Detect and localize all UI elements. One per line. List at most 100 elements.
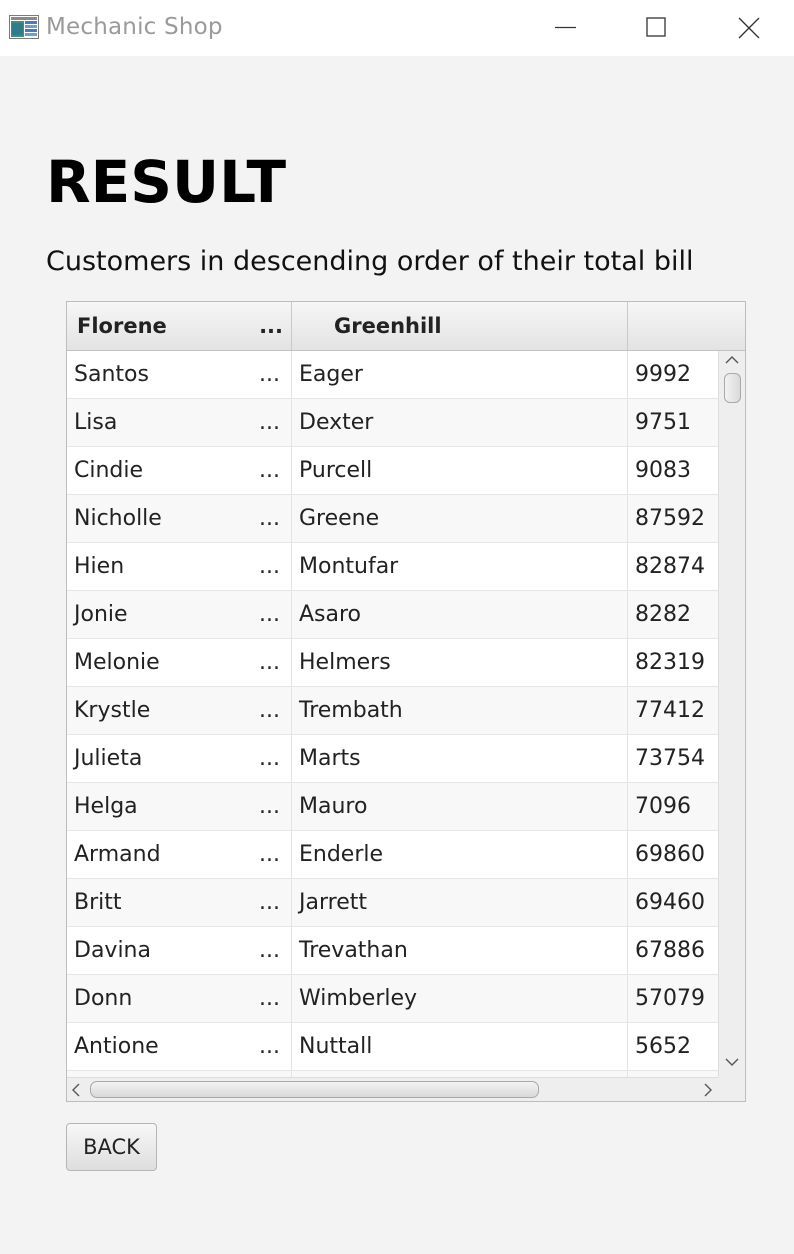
cell-last-name: Asaro <box>292 591 628 638</box>
cell-ellipsis: ... <box>259 698 280 723</box>
cell-first-name: Helga... <box>67 783 292 830</box>
column-header-total[interactable] <box>628 302 745 350</box>
cell-text: Donn <box>74 986 133 1011</box>
cell-total-bill: 87592 <box>635 506 705 531</box>
cell-last-name: Mauro <box>292 783 628 830</box>
cell-last-name: Helmers <box>292 639 628 686</box>
table-row[interactable]: Helga... Mauro 7096 <box>67 783 718 831</box>
column-header-ellipsis: ... <box>259 314 283 338</box>
cell-ellipsis: ... <box>259 986 280 1011</box>
cell-ellipsis: ... <box>259 554 280 579</box>
cell-last-name: Purcell <box>292 447 628 494</box>
cell-text: Britt <box>74 890 122 915</box>
cell-ellipsis: ... <box>259 650 280 675</box>
table-row[interactable]: Antione... Nuttall 5652 <box>67 1023 718 1071</box>
cell-text: Hien <box>74 554 125 579</box>
cell-last-name: Trevathan <box>292 927 628 974</box>
cell-last-name: Marts <box>292 735 628 782</box>
table-row[interactable]: Jonie... Asaro 8282 <box>67 591 718 639</box>
table-row[interactable]: Britt... Jarrett 69460 <box>67 879 718 927</box>
cell-first-name: Cindie... <box>67 447 292 494</box>
cell-ellipsis: ... <box>259 410 280 435</box>
cell-last-name: Trembath <box>292 687 628 734</box>
table-header: Florene ... Greenhill <box>67 302 745 351</box>
table-row[interactable]: Lisa... Dexter 9751 <box>67 399 718 447</box>
cell-last-name: Montufar <box>292 543 628 590</box>
cell-text: Armand <box>74 842 161 867</box>
table-row[interactable]: Melonie... Helmers 82319 <box>67 639 718 687</box>
cell-ellipsis: ... <box>259 938 280 963</box>
maximize-button[interactable] <box>610 0 702 56</box>
table-row[interactable]: Hien... Montufar 82874 <box>67 543 718 591</box>
cell-total-bill: 77412 <box>635 698 705 723</box>
cell-ellipsis: ... <box>259 890 280 915</box>
scroll-down-icon[interactable] <box>725 1057 739 1067</box>
scroll-up-icon[interactable] <box>725 355 739 365</box>
horizontal-scroll-thumb[interactable] <box>90 1081 539 1098</box>
column-header-last-name[interactable]: Greenhill <box>292 302 628 350</box>
table-body: Santos... Eager 9992 Lisa... Dexter 9751 Cindi… <box>67 351 718 1071</box>
table-row[interactable]: Santos... Eager 9992 <box>67 351 718 399</box>
table-row[interactable]: Julieta... Marts 73754 <box>67 735 718 783</box>
cell-first-name: Davina... <box>67 927 292 974</box>
close-icon <box>738 17 760 39</box>
cell-total-bill: 5652 <box>635 1034 691 1059</box>
table-row[interactable]: Nicholle... Greene 87592 <box>67 495 718 543</box>
cell-first-name: Julieta... <box>67 735 292 782</box>
app-icon <box>9 15 39 39</box>
table-row[interactable]: Donn... Wimberley 57079 <box>67 975 718 1023</box>
cell-ellipsis: ... <box>259 794 280 819</box>
cell-last-name: Wimberley <box>292 975 628 1022</box>
cell-total-bill: 82319 <box>635 650 705 675</box>
cell-first-name: Jonie... <box>67 591 292 638</box>
minimize-button[interactable] <box>519 0 611 56</box>
close-button[interactable] <box>702 0 794 56</box>
results-table[interactable]: Florene ... Greenhill Santos... Eager 9992… <box>66 301 746 1102</box>
page-subtitle: Customers in descending order of their t… <box>46 246 694 277</box>
cell-first-name: Melonie... <box>67 639 292 686</box>
table-row[interactable]: Armand... Enderle 69860 <box>67 831 718 879</box>
table-row[interactable]: Davina... Trevathan 67886 <box>67 927 718 975</box>
column-header-label: Florene <box>77 314 167 338</box>
cell-text: Nicholle <box>74 506 162 531</box>
cell-total-bill: 57079 <box>635 986 705 1011</box>
cell-text: Cindie <box>74 458 144 483</box>
window-title: Mechanic Shop <box>46 14 223 40</box>
cell-total-bill: 69860 <box>635 842 705 867</box>
cell-last-name: Greene <box>292 495 628 542</box>
cell-text: Helga <box>74 794 138 819</box>
cell-ellipsis: ... <box>259 506 280 531</box>
table-row[interactable]: Cindie... Purcell 9083 <box>67 447 718 495</box>
horizontal-scrollbar[interactable] <box>67 1077 745 1101</box>
cell-last-name: Dexter <box>292 399 628 446</box>
back-button[interactable]: BACK <box>66 1123 157 1171</box>
cell-text: Krystle <box>74 698 151 723</box>
cell-first-name: Donn... <box>67 975 292 1022</box>
cell-text: Jonie <box>74 602 128 627</box>
cell-ellipsis: ... <box>259 1034 280 1059</box>
cell-total-bill: 9083 <box>635 458 691 483</box>
cell-first-name: Armand... <box>67 831 292 878</box>
cell-ellipsis: ... <box>259 362 280 387</box>
cell-total-bill: 9751 <box>635 410 691 435</box>
cell-last-name: Jarrett <box>292 879 628 926</box>
cell-first-name: Lisa... <box>67 399 292 446</box>
cell-first-name: Hien... <box>67 543 292 590</box>
cell-text: Melonie <box>74 650 160 675</box>
cell-last-name: Nuttall <box>292 1023 628 1070</box>
vertical-scrollbar[interactable] <box>718 351 745 1077</box>
cell-ellipsis: ... <box>259 602 280 627</box>
cell-last-name: Eager <box>292 351 628 398</box>
cell-total-bill: 82874 <box>635 554 705 579</box>
scroll-left-icon[interactable] <box>71 1083 81 1097</box>
cell-first-name: Nicholle... <box>67 495 292 542</box>
cell-total-bill: 67886 <box>635 938 705 963</box>
column-header-first-name[interactable]: Florene ... <box>67 302 292 350</box>
window-titlebar: Mechanic Shop <box>0 0 794 56</box>
vertical-scroll-thumb[interactable] <box>724 373 741 403</box>
cell-total-bill: 9992 <box>635 362 691 387</box>
table-row[interactable]: Krystle... Trembath 77412 <box>67 687 718 735</box>
cell-total-bill: 7096 <box>635 794 691 819</box>
scroll-right-icon[interactable] <box>703 1083 713 1097</box>
cell-first-name: Antione... <box>67 1023 292 1070</box>
